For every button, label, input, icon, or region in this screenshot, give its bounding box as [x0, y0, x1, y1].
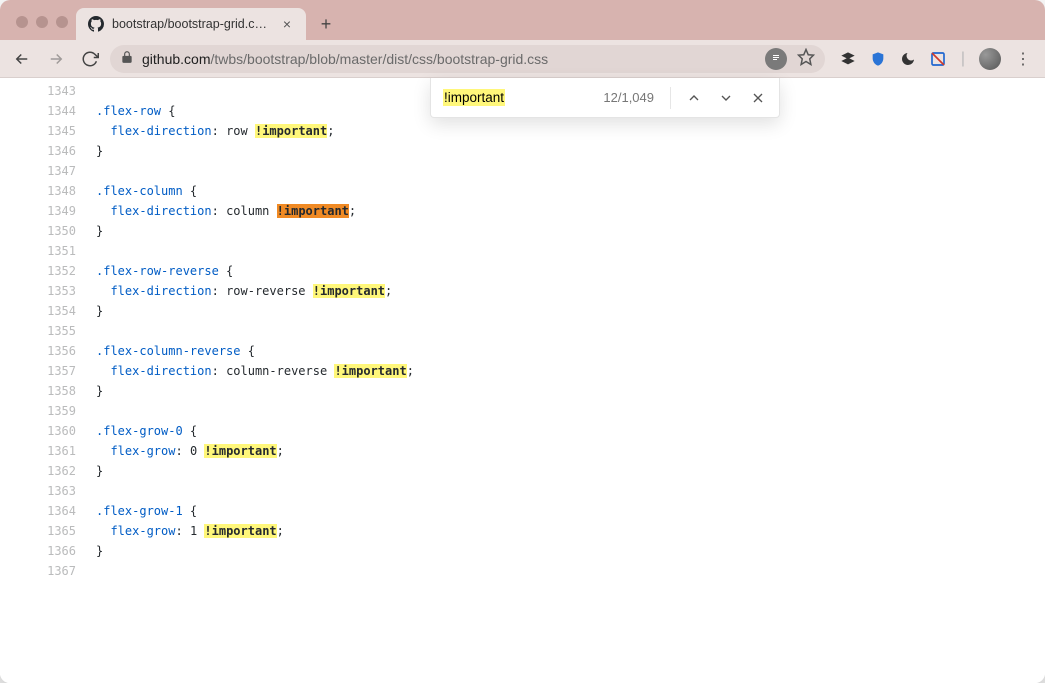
back-button[interactable]	[8, 45, 36, 73]
github-icon	[88, 16, 104, 32]
extension-icons: | ⋮	[831, 48, 1037, 70]
traffic-light-minimize[interactable]	[36, 16, 48, 28]
find-query[interactable]: !important	[443, 89, 597, 106]
find-separator	[670, 87, 671, 109]
shield-extension-icon[interactable]	[869, 50, 887, 68]
find-close-button[interactable]	[745, 85, 771, 111]
url-text: github.com/twbs/bootstrap/blob/master/di…	[142, 51, 757, 67]
forward-button[interactable]	[42, 45, 70, 73]
find-next-button[interactable]	[713, 85, 739, 111]
profile-avatar[interactable]	[979, 48, 1001, 70]
tab-title: bootstrap/bootstrap-grid.css at	[112, 17, 272, 31]
browser-window: bootstrap/bootstrap-grid.css at × + gith…	[0, 0, 1045, 683]
moon-extension-icon[interactable]	[899, 50, 917, 68]
browser-toolbar: github.com/twbs/bootstrap/blob/master/di…	[0, 40, 1045, 78]
code-view[interactable]: .flex-row { flex-direction: row !importa…	[86, 78, 1045, 683]
window-controls	[8, 16, 76, 40]
lock-icon	[120, 50, 134, 67]
find-query-text: !important	[443, 89, 505, 106]
new-tab-button[interactable]: +	[312, 10, 340, 38]
find-match-count: 12/1,049	[603, 90, 660, 105]
url-path: /twbs/bootstrap/blob/master/dist/css/boo…	[210, 51, 548, 67]
traffic-light-close[interactable]	[16, 16, 28, 28]
traffic-light-zoom[interactable]	[56, 16, 68, 28]
reload-button[interactable]	[76, 45, 104, 73]
find-prev-button[interactable]	[681, 85, 707, 111]
screenshot-extension-icon[interactable]	[929, 50, 947, 68]
address-bar[interactable]: github.com/twbs/bootstrap/blob/master/di…	[110, 45, 825, 73]
browser-tab[interactable]: bootstrap/bootstrap-grid.css at ×	[76, 8, 306, 40]
omnibox-actions	[765, 48, 815, 70]
line-number-gutter: 1343134413451346134713481349135013511352…	[0, 78, 86, 683]
tab-close-button[interactable]: ×	[280, 16, 294, 32]
buffer-extension-icon[interactable]	[839, 50, 857, 68]
browser-menu-button[interactable]: ⋮	[1013, 49, 1033, 69]
toolbar-separator: |	[959, 50, 967, 68]
reader-mode-icon[interactable]	[765, 48, 787, 70]
url-host: github.com	[142, 51, 210, 67]
find-in-page-bar: !important 12/1,049	[430, 78, 780, 118]
bookmark-star-icon[interactable]	[797, 48, 815, 69]
page-content[interactable]: 1343134413451346134713481349135013511352…	[0, 78, 1045, 683]
tab-strip: bootstrap/bootstrap-grid.css at × +	[0, 0, 1045, 40]
